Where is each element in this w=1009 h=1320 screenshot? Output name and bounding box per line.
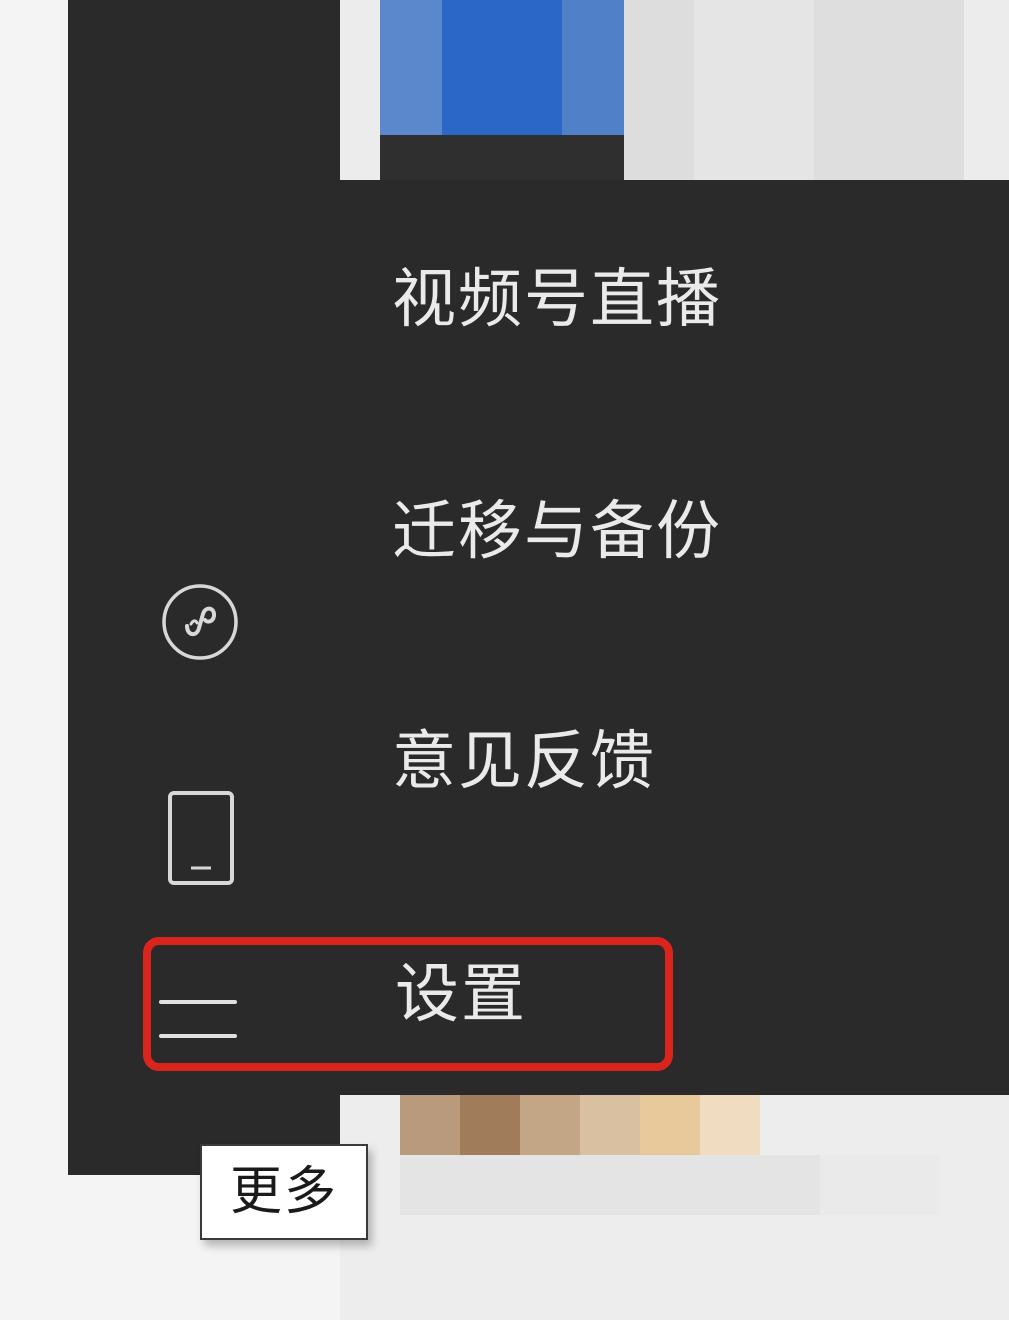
background-content-top: [340, 0, 1009, 180]
mini-program-icon[interactable]: [160, 582, 240, 662]
more-tooltip: 更多: [200, 1144, 368, 1240]
more-tooltip-label: 更多: [229, 1162, 338, 1222]
settings-highlight-box: [143, 937, 673, 1071]
blurred-block: [380, 135, 624, 180]
blurred-block: [624, 0, 694, 180]
blurred-block: [460, 1095, 520, 1155]
blurred-block: [640, 1095, 700, 1155]
blurred-block: [694, 0, 814, 180]
screenshot-stage: 视频号直播 迁移与备份 意见反馈 设置 更多: [0, 0, 1009, 1320]
blurred-block: [520, 1095, 580, 1155]
blurred-block: [400, 1155, 820, 1215]
blurred-block: [814, 0, 964, 180]
background-content-bottom: [340, 1095, 1009, 1320]
menu-item-feedback[interactable]: 意见反馈: [392, 730, 656, 794]
phone-icon[interactable]: [167, 790, 235, 886]
menu-item-channels-live[interactable]: 视频号直播: [392, 268, 722, 332]
blurred-block: [820, 1155, 940, 1215]
blurred-block: [580, 1095, 640, 1155]
menu-item-migrate-backup[interactable]: 迁移与备份: [392, 500, 722, 564]
blurred-block: [700, 1095, 760, 1155]
blurred-block: [400, 1095, 460, 1155]
